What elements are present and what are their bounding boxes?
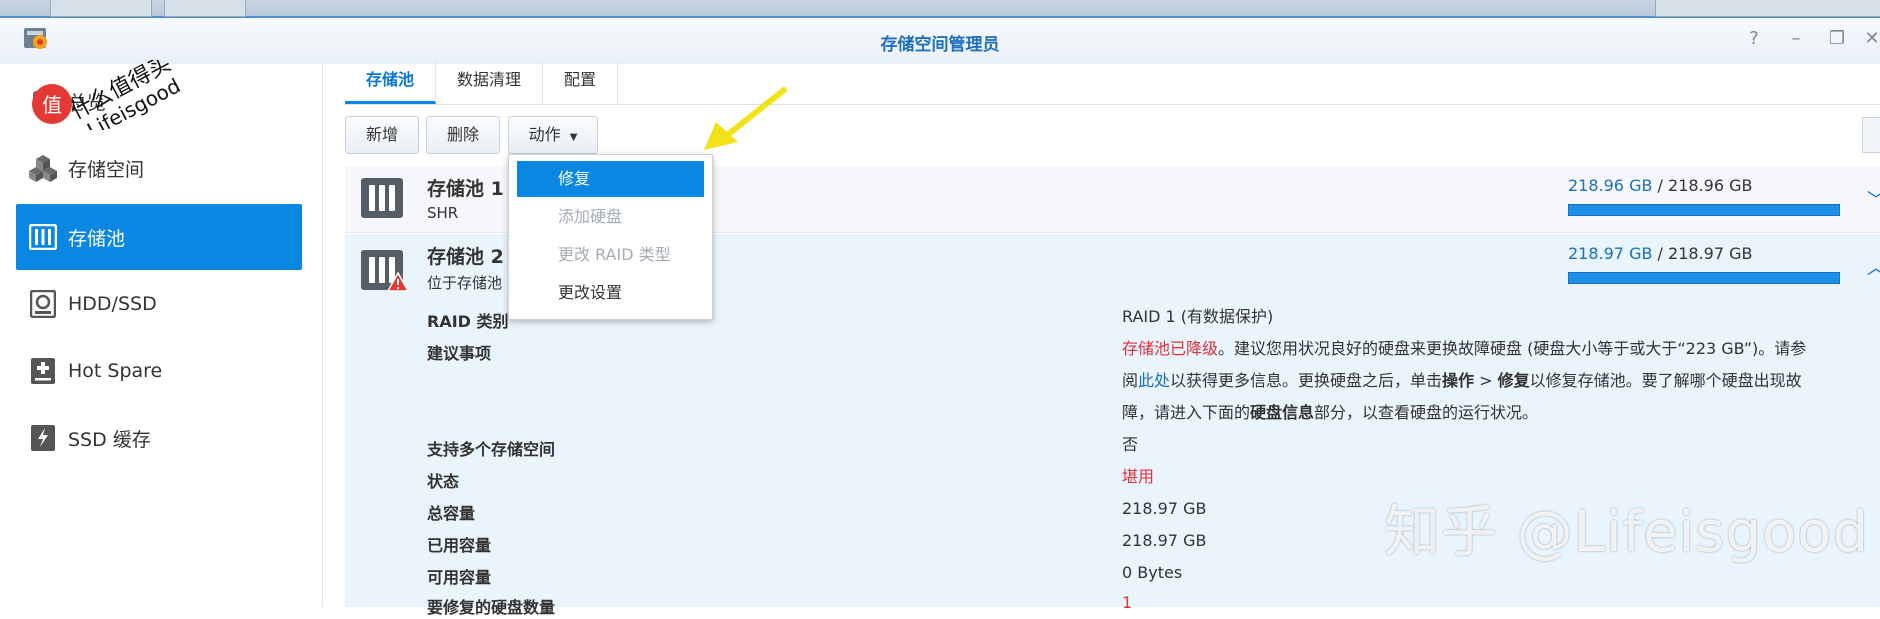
repair-disk-count-label: 要修复的硬盘数量: [427, 598, 556, 617]
raid-type-value: RAID 1 (有数据保护): [1122, 307, 1274, 326]
used-capacity-label: 已用容量: [427, 536, 492, 555]
free-capacity-label: 可用容量: [427, 568, 492, 587]
action-button[interactable]: 动作 ▼: [508, 116, 598, 154]
multi-volume-label: 支持多个存储空间: [427, 440, 556, 459]
sidebar-item-storage-pool[interactable]: 存储池: [16, 204, 302, 270]
storage-pool-icon: [28, 222, 58, 252]
help-icon[interactable]: ?: [1744, 28, 1764, 49]
taskbar-app-button[interactable]: [164, 0, 246, 17]
sidebar-item-label: 存储空间: [68, 158, 145, 181]
menu-item-repair[interactable]: 修复: [517, 161, 704, 197]
chevron-up-icon[interactable]: ︿: [1867, 254, 1880, 280]
watermark-logo: 值 什么值得买 Lifeisgood: [32, 60, 184, 130]
pool-capacity-bar: [1568, 204, 1840, 216]
ssd-cache-icon: [28, 423, 58, 453]
os-taskbar: [0, 0, 1880, 18]
create-button[interactable]: 新增: [345, 116, 419, 154]
tab-storage-pool[interactable]: 存储池: [345, 60, 437, 104]
minimize-icon[interactable]: –: [1786, 28, 1806, 49]
pool-capacity-text: 218.96 GB / 218.96 GB: [1568, 176, 1753, 195]
window-title: 存储空间管理员: [880, 35, 1000, 55]
multi-volume-value: 否: [1122, 435, 1139, 454]
advice-label: 建议事项: [427, 344, 492, 363]
sidebar: 总览 存储空间 存储池 HDD/SSD Hot Spare SSD 缓存: [0, 64, 323, 607]
annotation-arrow: [704, 87, 787, 150]
tab-data-scrubbing[interactable]: 数据清理: [436, 60, 544, 104]
pool-name: 存储池 1: [427, 178, 504, 200]
tab-bar: 存储池 数据清理 配置: [345, 60, 1880, 105]
sidebar-item-label: SSD 缓存: [68, 428, 151, 451]
menu-item-change-raid-type[interactable]: 更改 RAID 类型: [517, 237, 704, 273]
pool-capacity-bar: [1568, 272, 1840, 284]
taskbar-app-button[interactable]: [50, 0, 152, 17]
close-icon[interactable]: ✕: [1862, 28, 1880, 49]
hot-spare-icon: [28, 356, 58, 386]
window-titlebar: 存储空间管理员 ? – ❐ ✕: [0, 18, 1880, 64]
sidebar-item-label: HDD/SSD: [68, 293, 157, 315]
hdd-icon: [28, 289, 58, 319]
advice-text: 存储池已降级。建议您用状况良好的硬盘来更换故障硬盘 (硬盘大小等于或大于“223…: [1122, 339, 1807, 422]
action-button-label: 动作: [528, 125, 561, 144]
action-dropdown-menu: 修复 添加硬盘 更改 RAID 类型 更改设置: [508, 154, 713, 320]
pool-location: 位于存储池: [427, 274, 503, 292]
watermark-text: 知乎 @Lifeisgood: [1384, 500, 1870, 565]
sidebar-item-hdd-ssd[interactable]: HDD/SSD: [16, 271, 302, 337]
status-label: 状态: [427, 472, 460, 491]
tab-configuration[interactable]: 配置: [543, 60, 619, 104]
sidebar-item-ssd-cache[interactable]: SSD 缓存: [16, 405, 302, 471]
taskbar-tray: [1655, 0, 1880, 17]
total-capacity-label: 总容量: [427, 504, 476, 523]
raid-type-label: RAID 类别: [427, 312, 509, 331]
pool-name: 存储池 2: [427, 246, 504, 268]
sidebar-item-volume[interactable]: 存储空间: [16, 135, 302, 201]
pool-capacity-text: 218.97 GB / 218.97 GB: [1568, 244, 1753, 263]
volume-icon: [28, 153, 58, 183]
repair-disk-count-value: 1: [1122, 593, 1133, 612]
warning-icon: [387, 272, 409, 292]
sidebar-item-label: Hot Spare: [68, 360, 163, 382]
pool-raid-type: SHR: [427, 204, 459, 222]
sidebar-item-hot-spare[interactable]: Hot Spare: [16, 338, 302, 404]
maximize-icon[interactable]: ❐: [1827, 28, 1847, 49]
storage-pool-icon: [361, 178, 403, 218]
caret-down-icon: ▼: [569, 132, 578, 143]
help-link[interactable]: 此处: [1138, 371, 1170, 390]
sidebar-item-label: 存储池: [68, 227, 126, 250]
menu-item-change-settings[interactable]: 更改设置: [517, 275, 704, 311]
chevron-down-icon[interactable]: ﹀: [1867, 186, 1880, 212]
delete-button[interactable]: 删除: [426, 116, 500, 154]
svg-text:值: 值: [42, 93, 62, 117]
list-view-toggle[interactable]: [1862, 117, 1880, 153]
menu-item-add-disk[interactable]: 添加硬盘: [517, 199, 704, 235]
